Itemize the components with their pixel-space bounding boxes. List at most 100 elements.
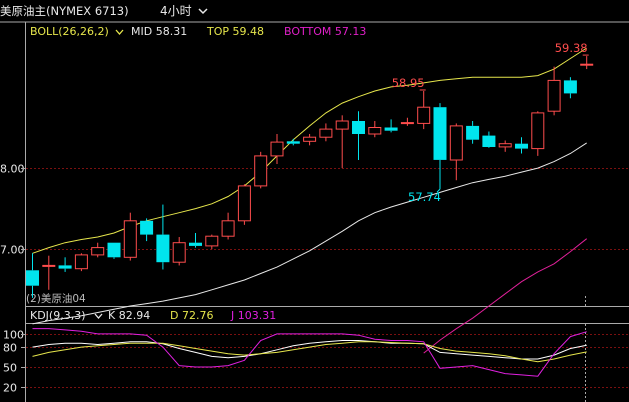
boll-indicator-label[interactable]: BOLL(26,26,2) <box>30 25 109 38</box>
kdj-tick-label: 80 <box>3 342 17 355</box>
candle[interactable] <box>42 255 56 290</box>
boll-mid-line <box>32 142 587 325</box>
candle-body-up <box>221 220 235 237</box>
candle-body-up <box>335 120 349 130</box>
candle[interactable] <box>417 90 431 130</box>
kdj-grid <box>26 324 629 402</box>
kdj-tick-label: 50 <box>3 362 17 375</box>
kdj-d-line <box>32 341 587 363</box>
candle[interactable] <box>58 257 72 272</box>
candle[interactable] <box>319 123 333 142</box>
candle-body-down <box>433 107 447 160</box>
candle-body-down <box>58 265 72 269</box>
candle[interactable] <box>400 117 414 126</box>
candle-body-up <box>531 112 545 150</box>
candle-body-down <box>352 121 365 134</box>
price-annotation: 58.95 <box>392 76 425 90</box>
candle[interactable] <box>498 140 512 152</box>
candle-body-up <box>400 122 414 125</box>
candle-body-up <box>91 247 105 256</box>
price-grid <box>26 168 629 306</box>
price-annotation: 59.38 <box>555 41 588 55</box>
symbol-title: 美原油主(NYMEX 6713) <box>0 4 129 18</box>
candle-body-up <box>254 155 268 187</box>
candle[interactable] <box>482 131 496 148</box>
candle-body-up <box>498 143 512 148</box>
price-y-ticks: 8.00 7.00 <box>0 163 25 257</box>
candle[interactable] <box>449 123 463 181</box>
candles[interactable] <box>26 56 594 298</box>
kdj-tick-label: 20 <box>3 382 17 395</box>
kdj-indicator-label[interactable]: KDJ(9,3,3) <box>30 309 86 322</box>
candle-body-down <box>563 80 577 94</box>
candle-body-up <box>123 220 137 258</box>
candle[interactable] <box>156 204 170 270</box>
candle-body-down <box>140 220 154 235</box>
candle[interactable] <box>172 237 186 266</box>
candle-body-down <box>466 125 480 140</box>
price-tick-label: 7.00 <box>0 244 25 257</box>
candle[interactable] <box>74 253 88 272</box>
boll-mid-value: MID 58.31 <box>131 25 187 38</box>
candle[interactable] <box>107 242 121 259</box>
candle[interactable] <box>91 242 105 258</box>
candle-body-up <box>42 264 56 267</box>
candle-body-up <box>205 235 219 247</box>
price-tick-label: 8.00 <box>0 163 25 176</box>
candle-body-down <box>482 135 496 147</box>
candle[interactable] <box>384 119 398 133</box>
kdj-y-ticks: 10080 50 20 <box>3 329 25 395</box>
candle[interactable] <box>189 232 202 248</box>
period-label[interactable]: 4小时 <box>160 4 192 18</box>
boll-bands <box>32 47 588 354</box>
candle-body-up <box>74 254 88 270</box>
candle[interactable] <box>123 212 137 261</box>
candle[interactable] <box>563 77 577 99</box>
candle-body-up <box>368 127 382 135</box>
candle[interactable] <box>237 184 251 225</box>
candle[interactable] <box>140 218 154 242</box>
boll-chevron-down-icon[interactable] <box>115 29 124 35</box>
candle-body-up <box>319 128 333 138</box>
kdj-lines <box>32 328 587 377</box>
candle-body-down <box>26 270 39 286</box>
candle[interactable] <box>352 111 365 160</box>
candle-body-up <box>237 185 251 222</box>
kdj-d-value: D 72.76 <box>170 309 213 322</box>
candle[interactable] <box>205 234 219 250</box>
candle-body-up <box>449 125 463 161</box>
candle[interactable] <box>433 103 447 190</box>
candle[interactable] <box>335 115 349 169</box>
candle[interactable] <box>466 120 480 144</box>
candle-body-down <box>156 234 170 263</box>
candle-body-down <box>107 242 121 258</box>
candle[interactable] <box>303 133 317 146</box>
candle-body-up <box>417 106 431 124</box>
kdj-j-line <box>32 328 587 377</box>
kdj-k-line <box>32 340 587 360</box>
candle[interactable] <box>221 212 235 240</box>
candle[interactable] <box>531 111 545 156</box>
kdj-chevron-down-icon[interactable] <box>94 313 103 319</box>
candle[interactable] <box>515 137 528 154</box>
candle-body-up <box>270 141 284 157</box>
candle[interactable] <box>26 253 39 298</box>
candle[interactable] <box>580 56 594 70</box>
kdj-tick-label: 100 <box>3 329 24 342</box>
candle-body-down <box>286 141 300 144</box>
kdj-j-value: J 103.31 <box>230 309 276 322</box>
candle-body-up <box>547 79 561 112</box>
candle[interactable] <box>547 66 561 116</box>
boll-top-line <box>32 47 587 254</box>
candle-body-down <box>189 242 202 246</box>
kdj-k-value: K 82.94 <box>108 309 150 322</box>
boll-bottom-line <box>423 238 588 354</box>
boll-top-value: TOP 59.48 <box>206 25 264 38</box>
candle-body-up <box>303 136 317 142</box>
candle[interactable] <box>254 151 268 189</box>
candle-body-up <box>172 242 186 263</box>
price-chart[interactable]: 美原油主(NYMEX 6713) 4小时 BOLL(26,26,2) MID 5… <box>0 0 629 402</box>
candle-body-down <box>515 143 528 149</box>
candle[interactable] <box>368 120 382 138</box>
price-annotation: 57.74 <box>408 190 441 204</box>
